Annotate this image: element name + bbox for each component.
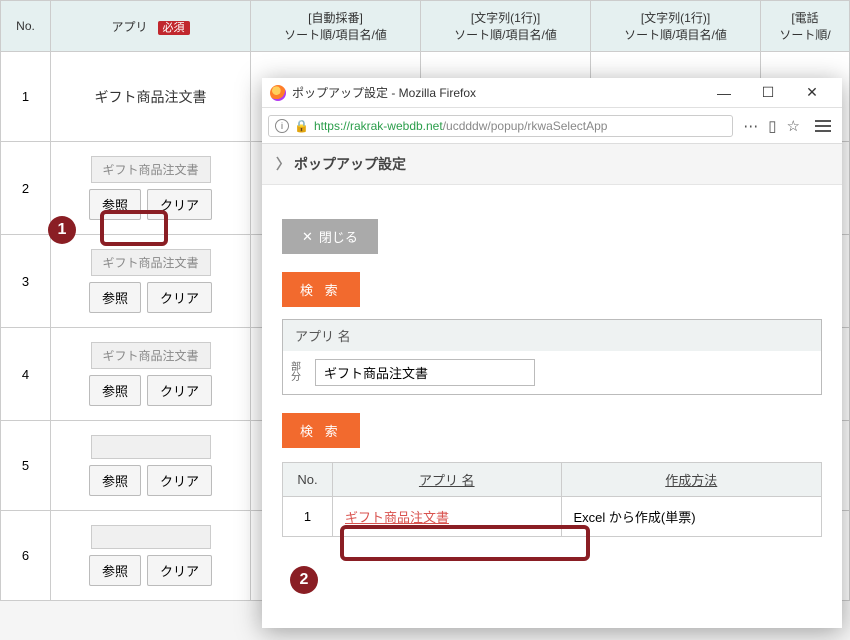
app-readonly: ギフト商品注文書 [91, 249, 211, 276]
url-field[interactable]: i 🔒 https://rakrak-webdb.net/ucdddw/popu… [268, 115, 733, 137]
clear-button[interactable]: クリア [147, 282, 212, 313]
results-th-method[interactable]: 作成方法 [561, 463, 821, 497]
close-button[interactable]: ✕ 閉じる [282, 219, 378, 254]
header-tel: [電話 ソート順/ [761, 1, 850, 52]
titlebar: ポップアップ設定 - Mozilla Firefox ― ☐ ✕ [262, 78, 842, 108]
more-icon[interactable]: ⋯ [743, 117, 758, 135]
chevron-right-icon: 〉 [276, 156, 290, 172]
info-icon[interactable]: i [275, 119, 289, 133]
results-th-name[interactable]: アプリ 名 [333, 463, 562, 497]
highlight-box-2 [340, 525, 590, 561]
filter-match-label: 部分 [291, 363, 309, 383]
callout-2: 2 [290, 566, 318, 594]
header-autonum: [自動採番] ソート順/項目名/値 [251, 1, 421, 52]
app-readonly: ギフト商品注文書 [91, 342, 211, 369]
filter-box: アプリ 名 部分 [282, 319, 822, 395]
lock-icon: 🔒 [294, 119, 309, 133]
result-app-link[interactable]: ギフト商品注文書 [345, 510, 449, 525]
browse-button[interactable]: 参照 [89, 465, 141, 496]
header-str2: [文字列(1行)] ソート順/項目名/値 [591, 1, 761, 52]
close-icon: ✕ [302, 229, 313, 245]
browse-button[interactable]: 参照 [89, 375, 141, 406]
app-readonly: ギフト商品注文書 [91, 156, 211, 183]
maximize-button[interactable]: ☐ [746, 79, 790, 107]
results-th-no[interactable]: No. [283, 463, 333, 497]
bookmark-icon[interactable]: ☆ [787, 117, 800, 135]
header-no: No. [1, 1, 51, 52]
minimize-button[interactable]: ― [702, 79, 746, 107]
close-window-button[interactable]: ✕ [790, 79, 834, 107]
window-title: ポップアップ設定 - Mozilla Firefox [292, 84, 702, 101]
clear-button[interactable]: クリア [147, 465, 212, 496]
row1-app-name: ギフト商品注文書 [57, 87, 244, 107]
menu-button[interactable] [810, 120, 836, 132]
header-str1: [文字列(1行)] ソート順/項目名/値 [421, 1, 591, 52]
clear-button[interactable]: クリア [147, 375, 212, 406]
required-badge: 必須 [158, 21, 190, 35]
highlight-box-1 [100, 210, 168, 246]
callout-1: 1 [48, 216, 76, 244]
address-bar: i 🔒 https://rakrak-webdb.net/ucdddw/popu… [262, 108, 842, 144]
app-readonly [91, 525, 211, 549]
header-app: アプリ 必須 [51, 1, 251, 52]
app-name-input[interactable] [315, 359, 535, 386]
filter-header: アプリ 名 [283, 320, 821, 351]
clear-button[interactable]: クリア [147, 555, 212, 586]
search-button-bottom[interactable]: 検 索 [282, 413, 360, 448]
reader-icon[interactable]: ▯ [768, 117, 776, 135]
browse-button[interactable]: 参照 [89, 282, 141, 313]
browse-button[interactable]: 参照 [89, 555, 141, 586]
firefox-icon [270, 85, 286, 101]
breadcrumb: 〉ポップアップ設定 [262, 144, 842, 185]
app-readonly [91, 435, 211, 459]
search-button-top[interactable]: 検 索 [282, 272, 360, 307]
